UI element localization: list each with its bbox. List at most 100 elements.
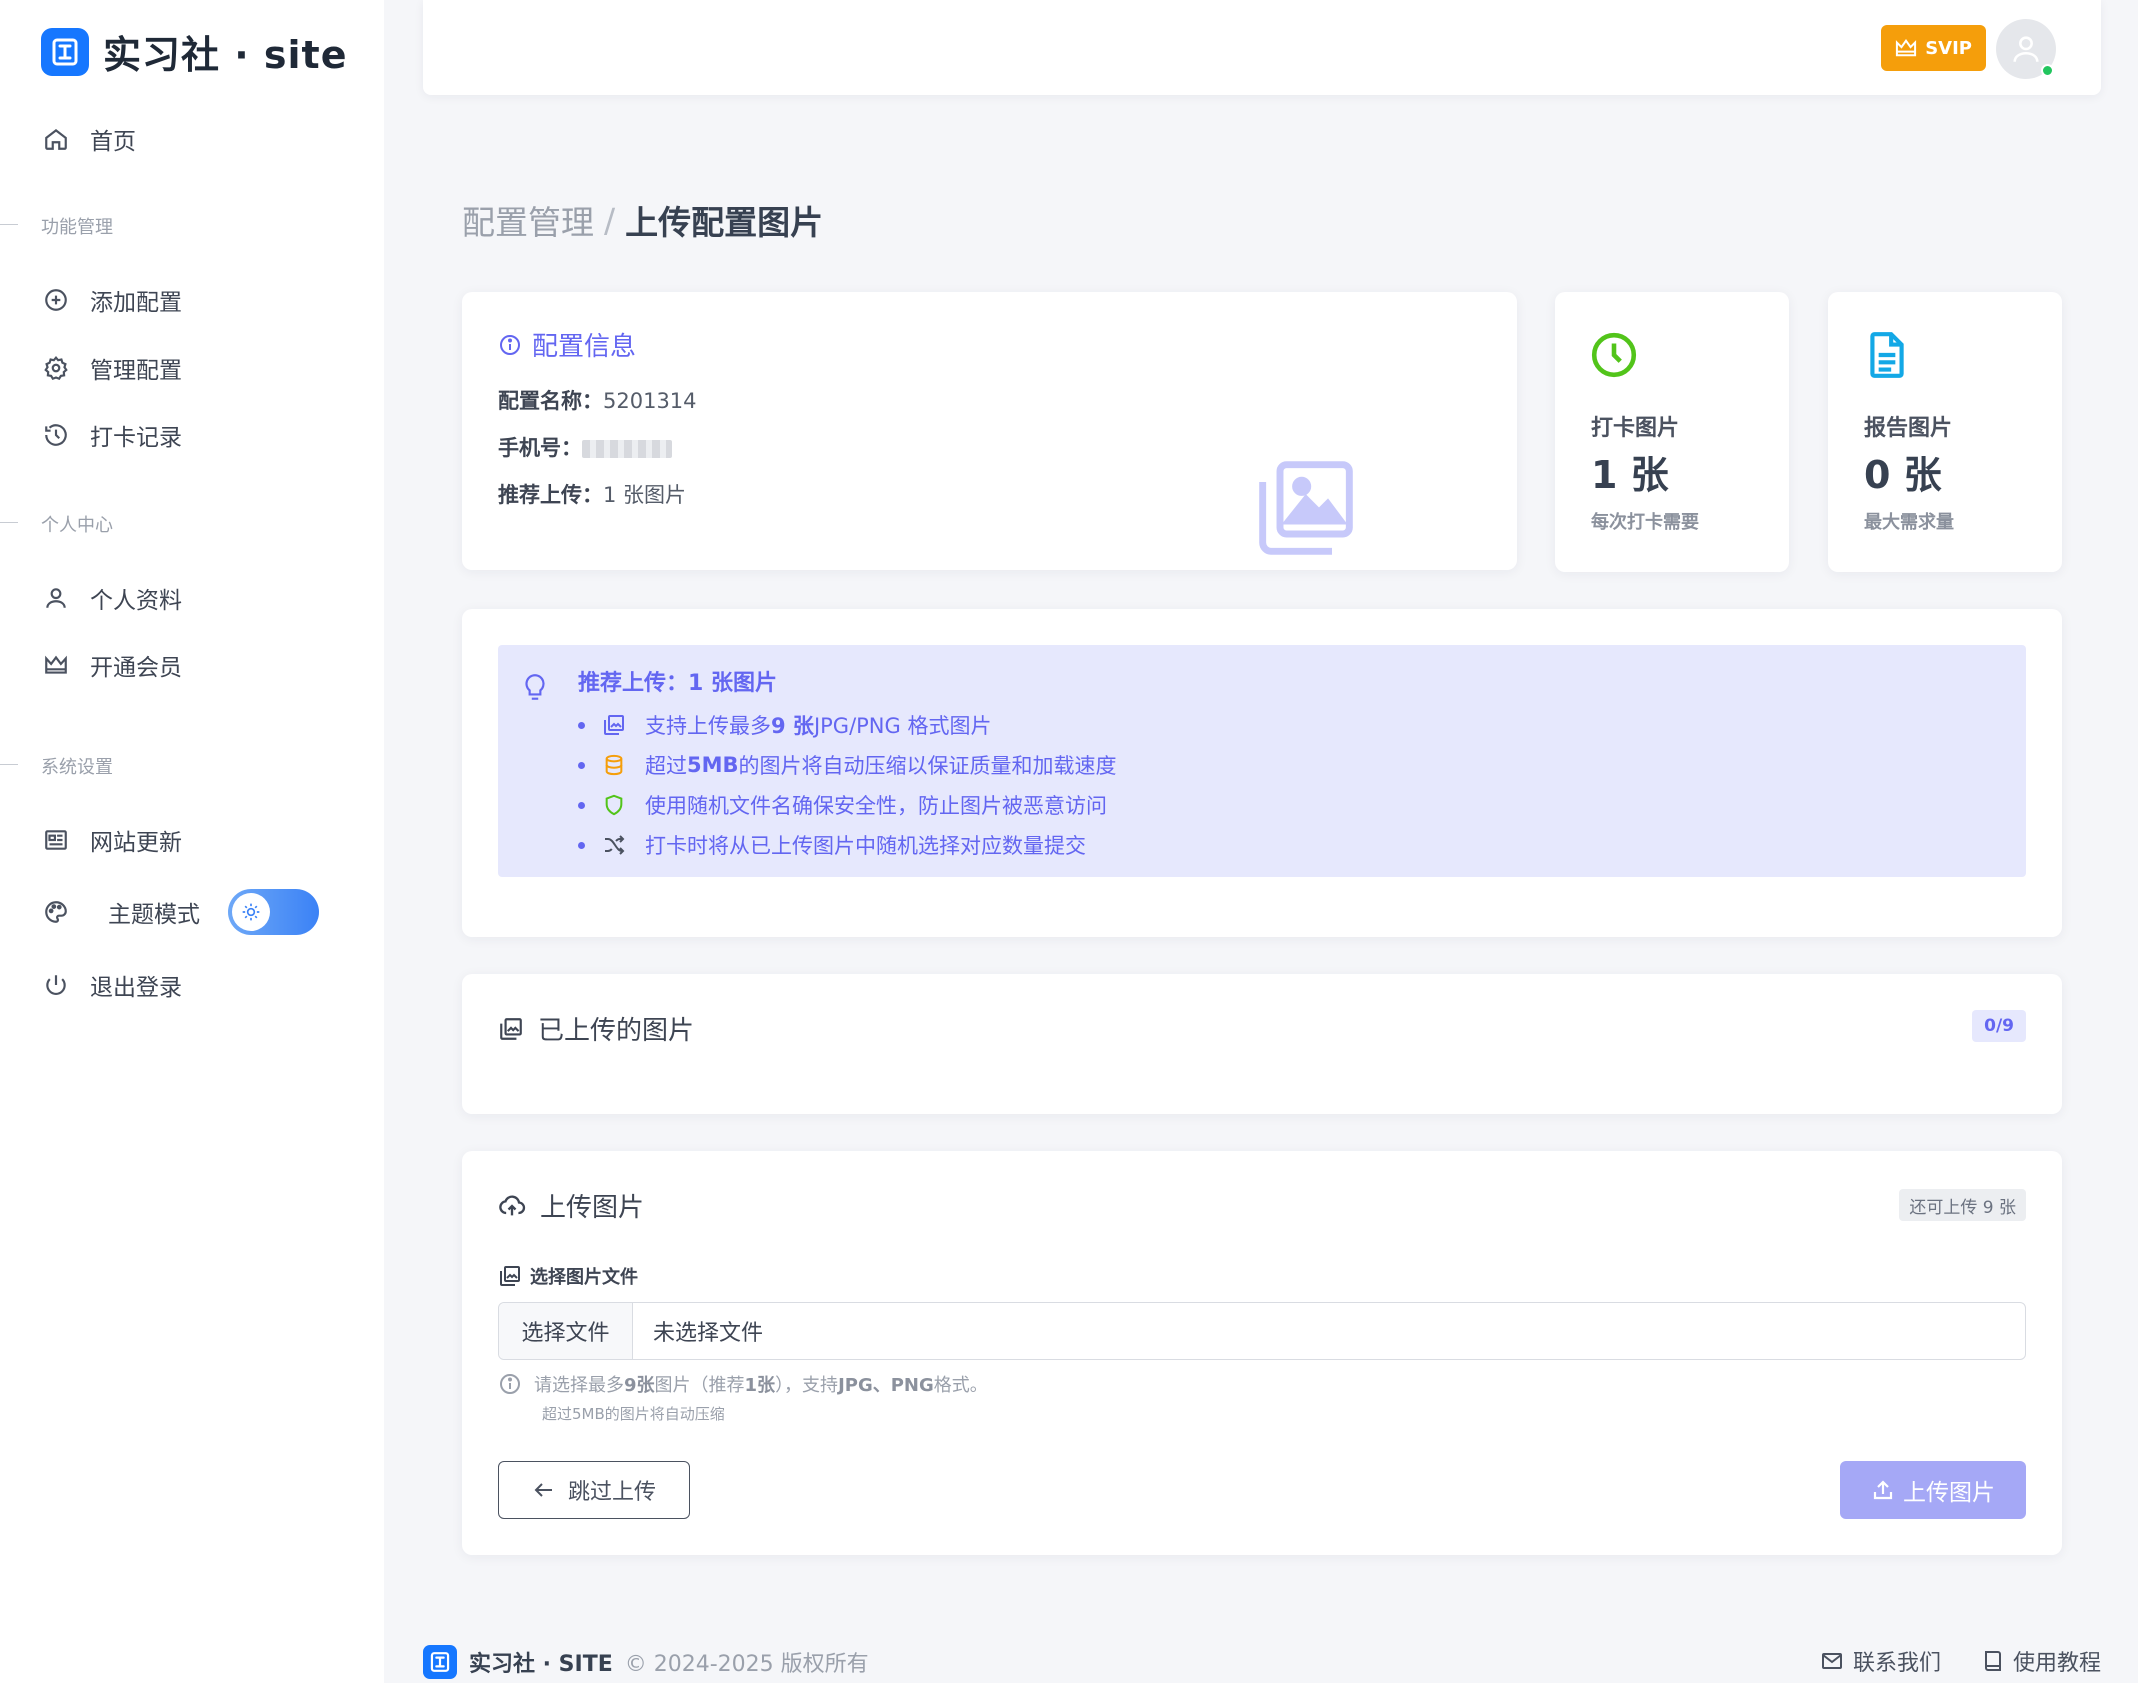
images-illustration-icon	[1254, 456, 1358, 560]
sidebar-item-checkin-records[interactable]: 打卡记录	[41, 413, 182, 457]
file-hint: 请选择最多 9张 图片（推荐 1张 ），支持 JPG、PNG 格式。	[498, 1371, 988, 1397]
page-title: 上传配置图片	[625, 203, 824, 242]
bullet	[578, 841, 585, 849]
stat-sub: 每次打卡需要	[1591, 512, 1699, 533]
footer: 实习社 · SITE © 2024-2025 版权所有 联系我们 使用教程	[423, 1645, 2101, 1683]
stat-card-checkin: 打卡图片 1 张 每次打卡需要	[1555, 292, 1789, 572]
sidebar-item-manage-config[interactable]: 管理配置	[41, 346, 182, 390]
hint-end: 格式。	[933, 1375, 988, 1396]
tips-list: 支持上传最多 9 张 JPG/PNG 格式图片 超过 5MB 的图片将自动压缩以…	[578, 705, 1117, 865]
file-field-label: 选择图片文件	[498, 1263, 638, 1289]
shield-icon	[601, 792, 627, 818]
footer-copyright: © 2024-2025 版权所有	[624, 1652, 869, 1677]
sidebar-item-membership[interactable]: 开通会员	[41, 643, 182, 687]
sidebar-item-label: 个人资料	[90, 588, 182, 614]
svip-badge[interactable]: SVIP	[1881, 25, 1986, 71]
tip-item: 超过 5MB 的图片将自动压缩以保证质量和加载速度	[578, 745, 1117, 785]
contact-link-label: 联系我们	[1852, 1651, 1941, 1676]
recommend-row: 推荐上传：1 张图片	[498, 479, 686, 509]
bullet	[578, 801, 585, 809]
stat-label: 报告图片	[1864, 416, 1953, 441]
phone-value-redacted	[582, 440, 672, 458]
hint-post: ），支持	[775, 1375, 839, 1396]
breadcrumb-separator: /	[604, 200, 616, 240]
section-personal: 个人中心	[0, 511, 113, 537]
file-name-display: 未选择文件	[653, 1321, 764, 1346]
config-info-title-text: 配置信息	[532, 332, 637, 362]
tutorial-link[interactable]: 使用教程	[1981, 1645, 2101, 1677]
sidebar-item-home[interactable]: 首页	[41, 117, 136, 161]
uploaded-images-card: 已上传的图片 0/9	[462, 974, 2062, 1114]
database-icon	[601, 752, 627, 778]
sidebar-item-logout[interactable]: 退出登录	[41, 963, 182, 1007]
config-info-card: 配置信息 配置名称：5201314 手机号： 推荐上传：1 张图片	[462, 292, 1517, 570]
sidebar-item-label: 退出登录	[90, 975, 182, 1001]
config-info-title: 配置信息	[498, 326, 636, 363]
sidebar-item-label: 主题模式	[108, 902, 200, 928]
brand-logo-icon	[41, 27, 89, 76]
brand-logo-icon	[423, 1645, 457, 1679]
choose-file-button[interactable]: 选择文件	[499, 1303, 633, 1359]
upload-card: 上传图片 还可上传 9 张 选择图片文件 选择文件 未选择文件 请选择最多 9张…	[462, 1151, 2062, 1555]
tutorial-link-label: 使用教程	[2012, 1651, 2101, 1676]
tip-text: 使用随机文件名确保安全性，防止图片被恶意访问	[645, 794, 1107, 818]
document-icon	[1862, 330, 1912, 380]
upload-button-label: 上传图片	[1903, 1480, 1995, 1506]
arrow-left-icon	[534, 1483, 552, 1497]
top-bar: SVIP	[423, 0, 2101, 95]
gear-icon	[41, 353, 71, 383]
file-input[interactable]: 选择文件 未选择文件	[498, 1302, 2026, 1360]
sidebar-item-site-updates[interactable]: 网站更新	[41, 818, 182, 862]
uploaded-images-title: 已上传的图片	[498, 1010, 694, 1047]
brand[interactable]: 实习社 · site	[41, 24, 347, 79]
phone-label: 手机号：	[498, 436, 582, 460]
svip-label: SVIP	[1925, 37, 1972, 59]
upload-icon	[1873, 1480, 1893, 1500]
tip-text-strong: 5MB	[687, 753, 739, 777]
shuffle-icon	[601, 832, 627, 858]
skip-upload-button[interactable]: 跳过上传	[498, 1461, 690, 1519]
hint-rec: 1张	[744, 1375, 776, 1396]
user-icon	[41, 583, 71, 613]
breadcrumb-parent[interactable]: 配置管理	[462, 196, 594, 244]
avatar[interactable]	[1996, 19, 2056, 79]
info-icon	[500, 1374, 520, 1394]
config-name-label: 配置名称：	[498, 389, 603, 413]
breadcrumb: 配置管理 / 上传配置图片	[462, 196, 823, 244]
config-name-value: 5201314	[603, 389, 697, 413]
sidebar-item-label: 首页	[90, 129, 136, 155]
phone-row: 手机号：	[498, 432, 672, 462]
upload-button[interactable]: 上传图片	[1840, 1461, 2026, 1519]
tip-text-strong: 9 张	[771, 714, 814, 738]
stat-value: 0 张	[1864, 453, 1942, 497]
book-icon	[1984, 1651, 2001, 1671]
uploaded-images-title-text: 已上传的图片	[538, 1016, 695, 1046]
sidebar-item-label: 管理配置	[90, 358, 182, 384]
bullet	[578, 721, 585, 729]
user-icon	[2013, 36, 2039, 62]
cloud-upload-icon	[499, 1194, 526, 1215]
upload-title-text: 上传图片	[540, 1193, 645, 1223]
hint-max: 9张	[624, 1375, 655, 1396]
tip-text-pre: 支持上传最多	[645, 714, 771, 738]
sidebar: 实习社 · site 首页 功能管理 添加配置 管理配置 打卡记录 个人中心 个…	[0, 0, 384, 1683]
uploaded-count-badge: 0/9	[1972, 1010, 2026, 1042]
images-icon	[500, 1266, 520, 1286]
sidebar-item-label: 添加配置	[90, 290, 182, 316]
hint-formats: JPG、PNG	[838, 1375, 934, 1396]
contact-link[interactable]: 联系我们	[1819, 1645, 1941, 1677]
sidebar-item-label: 开通会员	[90, 655, 182, 681]
sun-icon	[232, 893, 270, 931]
sidebar-item-theme-mode: 主题模式	[41, 890, 200, 934]
theme-toggle[interactable]	[228, 889, 319, 935]
tip-item: 打卡时将从已上传图片中随机选择对应数量提交	[578, 825, 1117, 865]
upload-title: 上传图片	[498, 1187, 644, 1224]
sidebar-item-profile[interactable]: 个人资料	[41, 576, 182, 620]
config-name-row: 配置名称：5201314	[498, 385, 697, 415]
footer-links: 联系我们 使用教程	[1779, 1645, 2101, 1677]
sidebar-item-add-config[interactable]: 添加配置	[41, 278, 182, 322]
footer-brand: 实习社 · SITE © 2024-2025 版权所有	[423, 1645, 869, 1679]
stat-sub: 最大需求量	[1864, 512, 1954, 533]
tip-text-post: JPG/PNG 格式图片	[813, 714, 992, 738]
images-icon	[500, 1017, 522, 1040]
